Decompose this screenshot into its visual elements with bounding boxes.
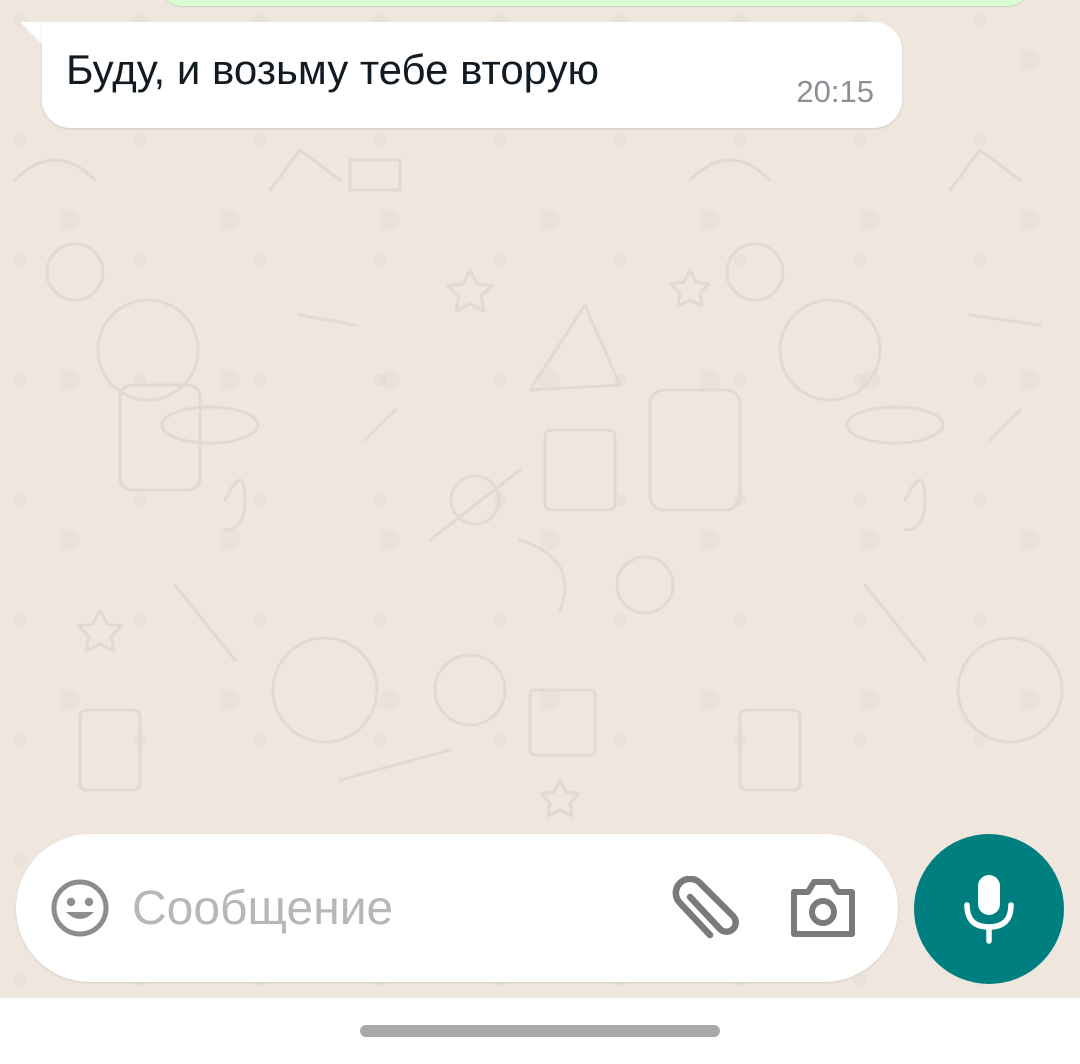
voice-message-button[interactable]	[914, 834, 1064, 984]
message-text: Буду, и возьму тебе вторую	[66, 46, 600, 93]
incoming-message-bubble[interactable]: Буду, и возьму тебе вторую 20:15	[42, 22, 902, 128]
paperclip-icon[interactable]	[672, 876, 742, 946]
system-navigation-bar	[0, 998, 1080, 1064]
outgoing-message-bubble-partial[interactable]	[160, 0, 1030, 6]
microphone-icon	[964, 875, 1014, 944]
message-input[interactable]	[132, 868, 652, 948]
camera-icon[interactable]	[788, 876, 858, 940]
home-indicator[interactable]	[360, 1025, 720, 1037]
message-composer	[16, 834, 898, 982]
message-timestamp: 20:15	[796, 74, 874, 109]
emoji-icon[interactable]	[50, 878, 110, 938]
